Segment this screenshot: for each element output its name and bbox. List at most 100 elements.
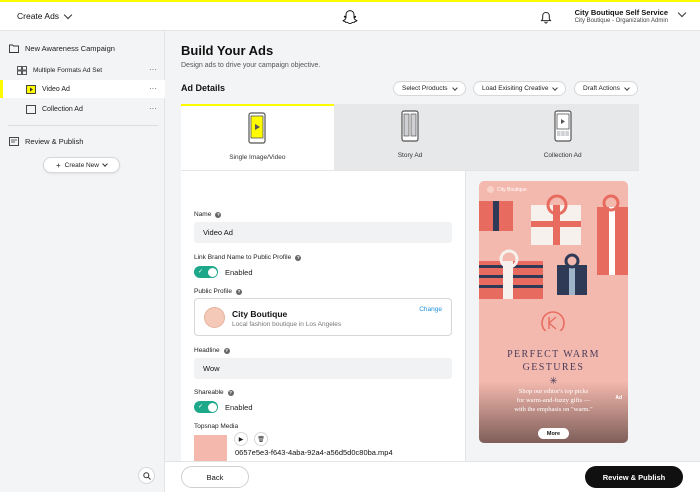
shareable-toggle[interactable]: ✓ bbox=[194, 401, 218, 413]
tab-collection-ad[interactable]: Collection Ad bbox=[486, 104, 639, 170]
pill-label: Load Exisiting Creative bbox=[482, 85, 549, 92]
back-button[interactable]: Back bbox=[181, 466, 249, 488]
play-button[interactable]: ▶ bbox=[234, 432, 248, 446]
footer-bar: Back Review & Publish bbox=[165, 461, 700, 492]
avatar bbox=[204, 307, 225, 328]
create-ads-menu[interactable]: Create Ads bbox=[17, 10, 73, 21]
search-icon bbox=[142, 471, 151, 480]
sidebar-item-video-ad[interactable]: Video Ad ··· bbox=[0, 80, 165, 98]
create-new-button[interactable]: + Create New bbox=[43, 157, 120, 173]
preview-title-line1: PERFECT WARM bbox=[507, 349, 600, 360]
pill-label: Select Products bbox=[402, 85, 448, 92]
preview-copy-line: with the emphasis on "warm." bbox=[514, 406, 593, 413]
phone-story-icon bbox=[401, 110, 419, 142]
bell-icon[interactable] bbox=[540, 11, 552, 24]
tab-label: Collection Ad bbox=[543, 152, 582, 159]
ad-preview-phone: City Boutique PERFECT WARM GESTURES ✳ Sh… bbox=[479, 181, 628, 443]
adset-icon bbox=[17, 65, 27, 75]
preview-copy-line: Shop our editor's top picks bbox=[518, 388, 589, 395]
sidebar-review-publish[interactable]: Review & Publish bbox=[0, 132, 165, 150]
help-icon[interactable]: ? bbox=[295, 254, 302, 261]
profile-name: City Boutique bbox=[232, 309, 288, 319]
brand-avatar bbox=[487, 186, 494, 193]
toggle-state: Enabled bbox=[225, 267, 253, 277]
help-icon[interactable]: ? bbox=[235, 288, 242, 295]
top-bar: Create Ads City Boutique Self Service Ci… bbox=[0, 0, 700, 31]
field-label: Name bbox=[194, 211, 212, 218]
chevron-down-icon bbox=[552, 84, 559, 91]
account-name: City Boutique Self Service bbox=[574, 8, 668, 17]
topsnap-media-label: Topsnap Media bbox=[194, 423, 238, 430]
sidebar-item-label: Collection Ad bbox=[42, 105, 83, 113]
load-existing-creative-button[interactable]: Load Exisiting Creative bbox=[473, 81, 567, 96]
sidebar-ad-set[interactable]: Multiple Formats Ad Set ··· bbox=[0, 61, 165, 79]
trash-icon: 🗑 bbox=[257, 436, 265, 443]
ad-form-card: Name ? Video Ad Link Brand Name to Publi… bbox=[181, 170, 639, 462]
play-icon: ▶ bbox=[238, 436, 244, 443]
field-label: Topsnap Media bbox=[194, 423, 239, 430]
create-ads-label: Create Ads bbox=[17, 11, 60, 21]
shareable-toggle-row: ✓ Enabled bbox=[194, 401, 253, 413]
name-input[interactable]: Video Ad bbox=[194, 222, 452, 243]
chevron-down-icon bbox=[102, 161, 108, 167]
headline-label: Headline ? bbox=[194, 347, 230, 354]
sidebar-item-collection-ad[interactable]: Collection Ad ··· bbox=[0, 100, 165, 118]
gift-illustration bbox=[479, 194, 628, 331]
more-options-icon[interactable]: ··· bbox=[149, 104, 157, 113]
snapchat-ghost-icon[interactable] bbox=[342, 8, 358, 26]
page-title: Build Your Ads bbox=[181, 43, 274, 58]
search-button[interactable] bbox=[138, 467, 155, 484]
chevron-down-icon bbox=[451, 84, 458, 91]
pill-label: Draft Actions bbox=[583, 85, 620, 92]
headline-input[interactable]: Wow bbox=[194, 358, 452, 379]
help-icon[interactable]: ? bbox=[223, 347, 230, 354]
media-filename: 0657e5e3-f643-4aba-92a4-a56d5d0c80ba.mp4 bbox=[235, 448, 393, 457]
sidebar-campaign[interactable]: New Awareness Campaign bbox=[0, 39, 165, 57]
tab-single-image-video[interactable]: Single Image/Video bbox=[181, 104, 334, 170]
change-profile-link[interactable]: Change bbox=[419, 306, 442, 313]
campaign-label: New Awareness Campaign bbox=[25, 43, 115, 53]
help-icon[interactable]: ? bbox=[227, 389, 234, 396]
media-thumbnail[interactable] bbox=[194, 435, 227, 462]
preview-copy-line: for warm-and-fuzzy gifts — bbox=[516, 397, 591, 404]
chevron-down-icon bbox=[63, 10, 73, 19]
help-icon[interactable]: ? bbox=[215, 211, 222, 218]
check-icon: ✓ bbox=[198, 404, 204, 410]
field-label: Headline bbox=[194, 347, 220, 354]
toggle-state: Enabled bbox=[225, 402, 253, 412]
preview-brand-name: City Boutique bbox=[497, 186, 527, 193]
preview-more-button[interactable]: More bbox=[538, 428, 569, 439]
tab-story-ad[interactable]: Story Ad bbox=[334, 104, 487, 170]
sidebar: New Awareness Campaign Multiple Formats … bbox=[0, 31, 165, 492]
check-icon: ✓ bbox=[198, 269, 204, 275]
ad-set-label: Multiple Formats Ad Set bbox=[33, 66, 102, 74]
field-label: Public Profile bbox=[194, 288, 232, 295]
main-content: Build Your Ads Design ads to drive your … bbox=[165, 31, 700, 492]
link-brand-toggle[interactable]: ✓ bbox=[194, 266, 218, 278]
delete-media-button[interactable]: 🗑 bbox=[254, 432, 268, 446]
more-options-icon[interactable]: ··· bbox=[149, 84, 157, 93]
chevron-down-icon bbox=[624, 84, 630, 91]
phone-collection-icon bbox=[554, 110, 572, 142]
select-products-button[interactable]: Select Products bbox=[393, 81, 466, 96]
field-label: Link Brand Name to Public Profile bbox=[194, 254, 292, 261]
profile-description: Local fashion boutique in Los Angeles bbox=[232, 321, 342, 328]
link-brand-label: Link Brand Name to Public Profile ? bbox=[194, 254, 302, 261]
account-switcher[interactable]: City Boutique Self Service City Boutique… bbox=[575, 8, 668, 24]
section-title: Ad Details bbox=[181, 83, 226, 93]
review-icon bbox=[9, 136, 19, 146]
tab-label: Single Image/Video bbox=[229, 154, 286, 161]
field-label: Shareable bbox=[194, 389, 224, 396]
name-label: Name ? bbox=[194, 211, 222, 218]
more-options-icon[interactable]: ··· bbox=[149, 65, 157, 74]
ad-tag: Ad bbox=[615, 395, 622, 401]
account-org: City Boutique - Organization Admin bbox=[574, 18, 668, 24]
ad-icon bbox=[26, 104, 36, 114]
draft-actions-button[interactable]: Draft Actions bbox=[574, 81, 638, 96]
tab-label: Story Ad bbox=[397, 152, 423, 159]
create-new-label: Create New bbox=[64, 161, 99, 169]
public-profile-label: Public Profile ? bbox=[194, 288, 242, 295]
chevron-down-icon[interactable] bbox=[677, 8, 687, 18]
page-subtitle: Design ads to drive your campaign object… bbox=[181, 62, 321, 69]
review-publish-button[interactable]: Review & Publish bbox=[585, 466, 683, 488]
